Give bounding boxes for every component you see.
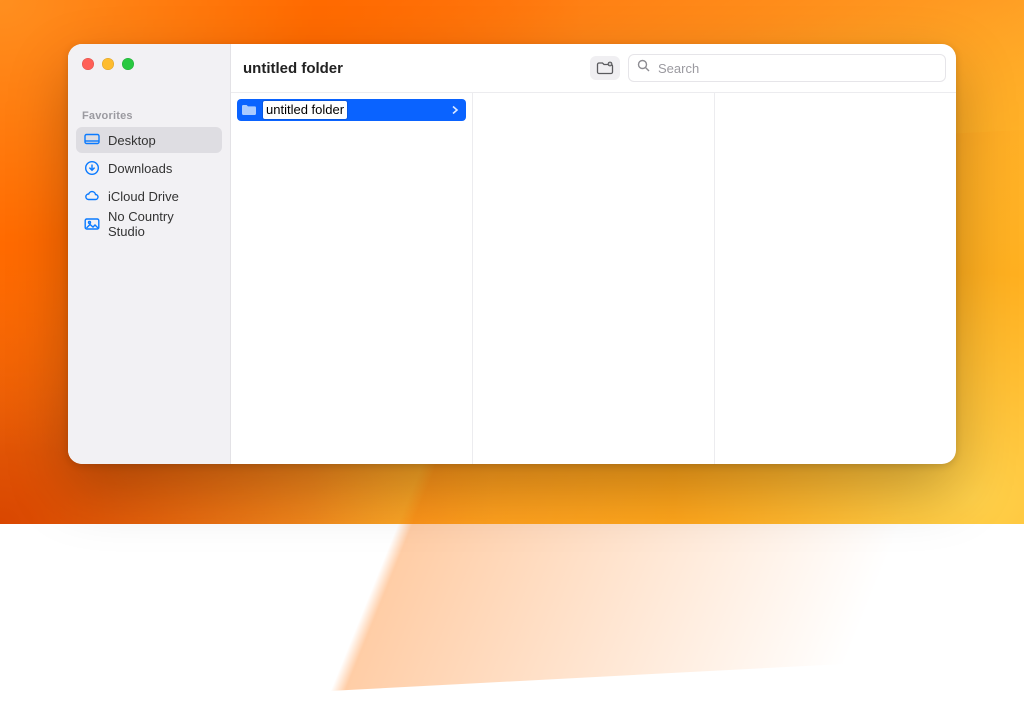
photos-folder-icon bbox=[84, 216, 100, 232]
file-row-untitled-folder[interactable]: untitled folder bbox=[237, 99, 466, 121]
column-2[interactable] bbox=[473, 93, 715, 464]
search-input[interactable] bbox=[656, 60, 937, 77]
sidebar: Favorites Desktop Downloads bbox=[68, 44, 231, 464]
sidebar-item-label: No Country Studio bbox=[108, 209, 214, 239]
cloud-icon bbox=[84, 188, 100, 204]
window-title: untitled folder bbox=[243, 60, 343, 77]
sidebar-section-favorites-label: Favorites bbox=[68, 96, 230, 126]
chevron-right-icon bbox=[450, 105, 460, 115]
zoom-window-button[interactable] bbox=[122, 58, 134, 70]
sidebar-item-label: iCloud Drive bbox=[108, 189, 179, 204]
sidebar-item-downloads[interactable]: Downloads bbox=[76, 155, 222, 181]
window-controls bbox=[68, 44, 230, 96]
search-field[interactable] bbox=[628, 54, 946, 82]
sidebar-item-desktop[interactable]: Desktop bbox=[76, 127, 222, 153]
sidebar-item-label: Downloads bbox=[108, 161, 172, 176]
rename-input[interactable]: untitled folder bbox=[263, 101, 347, 119]
downloads-icon bbox=[84, 160, 100, 176]
content-area: untitled folder bbox=[231, 44, 956, 464]
sidebar-item-no-country-studio[interactable]: No Country Studio bbox=[76, 211, 222, 237]
column-1[interactable]: untitled folder bbox=[231, 93, 473, 464]
toolbar: untitled folder bbox=[231, 44, 956, 92]
folder-icon bbox=[241, 103, 257, 117]
minimize-window-button[interactable] bbox=[102, 58, 114, 70]
sidebar-item-label: Desktop bbox=[108, 133, 156, 148]
search-icon bbox=[637, 59, 650, 77]
column-browser: untitled folder bbox=[231, 92, 956, 464]
column-3[interactable] bbox=[715, 93, 956, 464]
close-window-button[interactable] bbox=[82, 58, 94, 70]
sidebar-item-icloud-drive[interactable]: iCloud Drive bbox=[76, 183, 222, 209]
new-folder-button[interactable] bbox=[590, 56, 620, 80]
desktop-icon bbox=[84, 132, 100, 148]
finder-window: Favorites Desktop Downloads bbox=[68, 44, 956, 464]
